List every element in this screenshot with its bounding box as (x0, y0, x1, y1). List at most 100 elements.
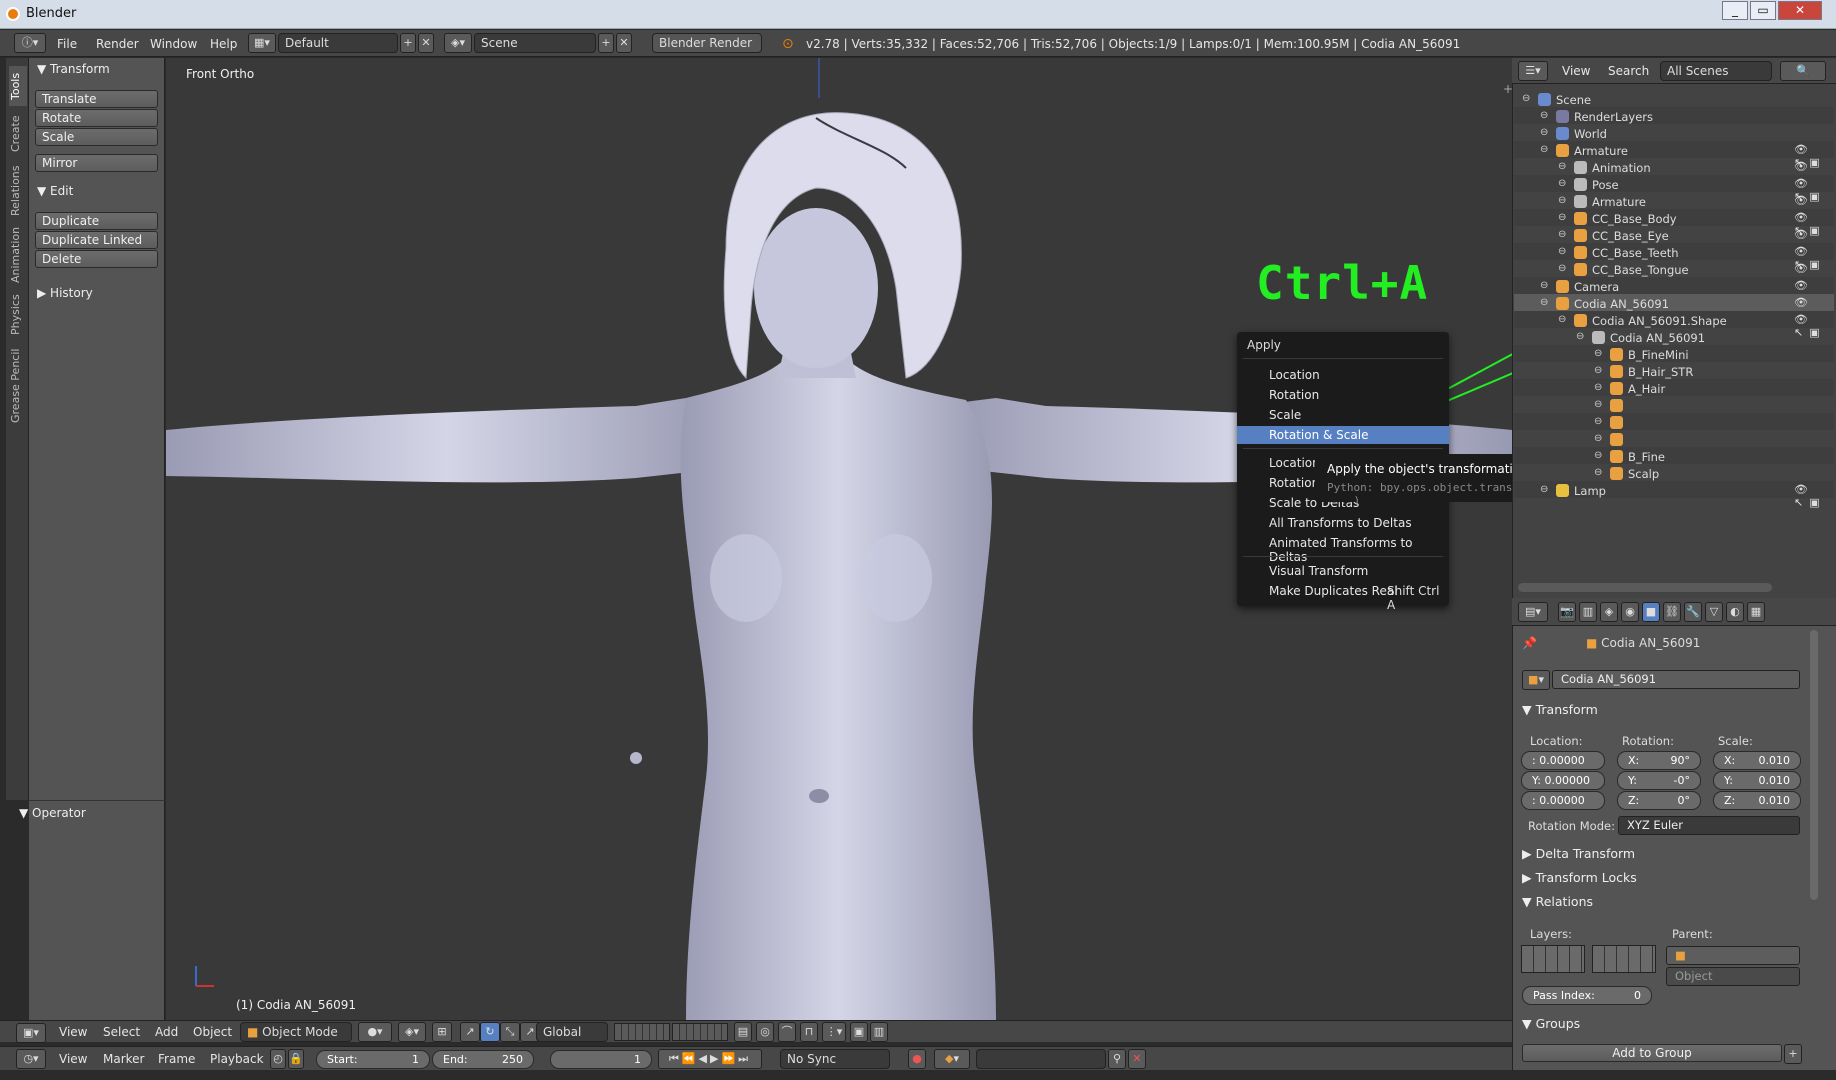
expand-icon[interactable]: ⊖ (1594, 348, 1602, 359)
translate-manip-icon[interactable]: ↗ (460, 1022, 480, 1042)
object-layers-grid-a[interactable] (1521, 945, 1585, 973)
outliner-row-b-finemini[interactable]: ⊖ B_FineMini (1514, 345, 1834, 362)
render-tab-icon[interactable]: 📷 (1558, 602, 1576, 622)
expand-icon[interactable]: ⊖ (1594, 450, 1602, 461)
layers-grid-a[interactable] (614, 1023, 670, 1041)
expand-icon[interactable]: ⊖ (1594, 399, 1602, 410)
layer-lock-icon[interactable]: ▤ (734, 1022, 752, 1042)
falloff-icon[interactable]: ⌒ (778, 1022, 796, 1042)
insert-keyframe-icon[interactable]: ⚲ (1108, 1049, 1126, 1069)
location-z-field[interactable]: : 0.00000 (1521, 791, 1605, 810)
object-tab-icon[interactable]: ■ (1642, 602, 1660, 622)
expand-icon[interactable]: ⊖ (1558, 229, 1566, 240)
object-name-field[interactable]: Codia AN_56091 (1552, 670, 1800, 689)
delta-transform-header[interactable]: ▶ Delta Transform (1522, 846, 1635, 861)
expand-icon[interactable]: ⊖ (1594, 416, 1602, 427)
outliner-row-body[interactable]: ⊖ CC_Base_Body 👁↖▣ (1514, 209, 1834, 237)
menu-item-scale[interactable]: Scale (1237, 406, 1449, 424)
rotation-x-field[interactable]: X: 90° (1617, 751, 1701, 770)
scene-icon[interactable]: ◈▾ (444, 33, 472, 53)
expand-icon[interactable]: ⊖ (1594, 467, 1602, 478)
expand-icon[interactable]: ⊖ (1522, 93, 1530, 104)
menu-file[interactable]: File (57, 37, 77, 51)
sync-select[interactable]: No Sync (780, 1049, 890, 1069)
end-frame-field[interactable]: End: 250 (432, 1050, 534, 1069)
tab-grease-pencil[interactable]: Grease Pencil (9, 344, 27, 428)
scale-button[interactable]: Scale (35, 128, 158, 146)
layout-grid-icon[interactable]: ▦▾ (248, 33, 276, 53)
menu-item-all-transforms-deltas[interactable]: All Transforms to Deltas (1237, 514, 1449, 532)
outliner-row-scalp[interactable]: ⊖ Scalp (1514, 464, 1834, 481)
render-icon[interactable]: ▣ (850, 1022, 868, 1042)
expand-icon[interactable]: ⊖ (1594, 365, 1602, 376)
outliner-row-codia-shape[interactable]: ⊖ Codia AN_56091.Shape 👁↖▣ (1514, 311, 1834, 339)
rotation-mode-select[interactable]: XYZ Euler (1618, 816, 1800, 835)
location-x-field[interactable]: : 0.00000 (1521, 751, 1605, 770)
timeline-menu-marker[interactable]: Marker (103, 1052, 144, 1066)
scale-manip-icon[interactable]: ⤡ (500, 1022, 520, 1042)
outliner-menu-search[interactable]: Search (1608, 64, 1649, 78)
timeline-menu-frame[interactable]: Frame (158, 1052, 195, 1066)
tab-tools[interactable]: Tools (9, 66, 27, 106)
expand-icon[interactable]: ⊖ (1558, 246, 1566, 257)
rotation-z-field[interactable]: Z: 0° (1617, 791, 1701, 810)
expand-icon[interactable]: ⊖ (1540, 127, 1548, 138)
outliner-row-hidden-2[interactable]: ⊖ (1514, 413, 1834, 430)
outliner-row-renderlayers[interactable]: ⊖ RenderLayers (1514, 107, 1834, 124)
expand-icon[interactable]: ⊖ (1558, 314, 1566, 325)
lock-icon[interactable]: 🔒 (288, 1049, 304, 1069)
tab-create[interactable]: Create (9, 110, 27, 158)
mode-select[interactable]: ■ Object Mode (240, 1022, 352, 1042)
expand-icon[interactable]: ⊖ (1594, 382, 1602, 393)
groups-header[interactable]: ▼ Groups (1522, 1016, 1580, 1031)
modifiers-tab-icon[interactable]: 🔧 (1684, 602, 1702, 622)
orientation-select[interactable]: Global (536, 1022, 608, 1042)
transform-locks-header[interactable]: ▶ Transform Locks (1522, 870, 1637, 885)
scene-remove-icon[interactable]: ✕ (616, 33, 632, 53)
translate-button[interactable]: Translate (35, 90, 158, 108)
pin-icon[interactable]: 📌 (1522, 636, 1537, 650)
rotation-y-field[interactable]: Y: -0° (1617, 771, 1701, 790)
expand-icon[interactable]: ⊖ (1540, 110, 1548, 121)
constraints-tab-icon[interactable]: ⛓ (1663, 602, 1681, 622)
menu-window[interactable]: Window (150, 37, 197, 51)
editor-type-outliner-icon[interactable]: ☰▾ (1518, 61, 1548, 81)
parent-type-select[interactable]: Object (1666, 967, 1800, 986)
edit-panel-header[interactable]: ▼ Edit (37, 184, 73, 198)
editor-type-3dview-icon[interactable]: ▣▾ (16, 1023, 46, 1043)
parent-field[interactable]: ■ (1666, 946, 1800, 965)
operator-panel-header[interactable]: ▼ Operator (19, 806, 86, 820)
current-frame-field[interactable]: 1 (550, 1050, 652, 1069)
timeline-menu-playback[interactable]: Playback (210, 1052, 264, 1066)
outliner-search-icon[interactable]: 🔍 (1780, 61, 1826, 81)
playback-controls[interactable]: ⏮⏪◀▶⏩⏭ (658, 1049, 762, 1069)
proportional-icon[interactable]: ◎ (756, 1022, 774, 1042)
snap-element-icon[interactable]: ⋮▾ (822, 1022, 846, 1042)
transform-panel-header[interactable]: ▼ Transform (37, 62, 110, 76)
menu-select[interactable]: Select (103, 1025, 140, 1039)
render-anim-icon[interactable]: ▥ (870, 1022, 888, 1042)
start-frame-field[interactable]: Start: 1 (316, 1050, 430, 1069)
keying-set-icon[interactable]: ◆▾ (934, 1049, 970, 1069)
expand-icon[interactable]: ⊖ (1540, 144, 1548, 155)
close-button[interactable]: ✕ (1778, 1, 1822, 20)
shading-icon[interactable]: ●▾ (358, 1022, 392, 1042)
scale-y-field[interactable]: Y: 0.010 (1713, 771, 1801, 790)
properties-scrollbar[interactable] (1810, 630, 1818, 900)
outliner-row-hidden-1[interactable]: ⊖ (1514, 396, 1834, 413)
render-engine-select[interactable]: Blender Render (652, 33, 762, 53)
add-to-group-button[interactable]: Add to Group (1522, 1044, 1782, 1062)
menu-item-rotation[interactable]: Rotation (1237, 386, 1449, 404)
layout-add-icon[interactable]: + (400, 33, 416, 53)
menu-item-visual-transform[interactable]: Visual Transform (1237, 562, 1449, 580)
rotate-manip-icon[interactable]: ↻ (480, 1022, 500, 1042)
expand-icon[interactable]: ⊖ (1558, 212, 1566, 223)
menu-object[interactable]: Object (193, 1025, 232, 1039)
relations-header[interactable]: ▼ Relations (1522, 894, 1593, 909)
duplicate-linked-button[interactable]: Duplicate Linked (35, 231, 158, 249)
menu-item-animated-transforms-deltas[interactable]: Animated Transforms to Deltas (1237, 534, 1449, 564)
data-tab-icon[interactable]: ▽ (1705, 602, 1723, 622)
material-tab-icon[interactable]: ◐ (1726, 602, 1744, 622)
outliner-row-lamp[interactable]: ⊖ Lamp 👁↖▣ (1514, 481, 1834, 509)
history-panel-header[interactable]: ▶ History (37, 286, 93, 300)
